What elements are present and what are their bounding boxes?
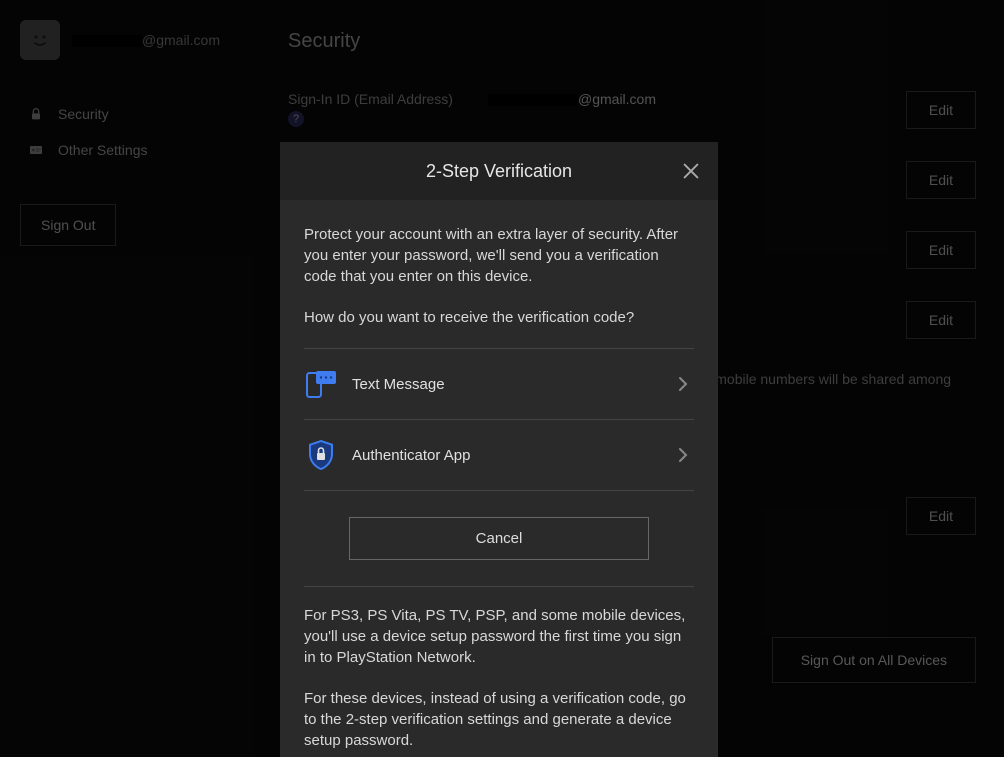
modal-prompt-text: How do you want to receive the verificat…	[304, 307, 694, 328]
id-card-icon	[28, 142, 44, 158]
chevron-right-icon	[678, 447, 688, 463]
phone-message-icon	[304, 369, 338, 399]
chevron-right-icon	[678, 376, 688, 392]
email-suffix: @gmail.com	[142, 32, 220, 48]
profile-email: @gmail.com	[72, 32, 220, 48]
modal-header: 2-Step Verification	[280, 142, 718, 200]
modal-footer-text-1: For PS3, PS Vita, PS TV, PSP, and some m…	[304, 605, 694, 668]
row-value: @gmail.com	[488, 91, 906, 107]
modal-title: 2-Step Verification	[280, 161, 718, 182]
lock-icon	[28, 106, 44, 122]
option-label: Text Message	[352, 376, 664, 393]
avatar-face-icon	[28, 28, 52, 52]
row-label-text: Sign-In ID (Email Address)	[288, 91, 453, 107]
edit-button[interactable]: Edit	[906, 161, 976, 199]
edit-button[interactable]: Edit	[906, 301, 976, 339]
sidebar-item-other-settings[interactable]: Other Settings	[16, 132, 254, 168]
cancel-button[interactable]: Cancel	[349, 517, 649, 560]
option-text-message[interactable]: Text Message	[304, 348, 694, 420]
option-label: Authenticator App	[352, 447, 664, 464]
close-icon[interactable]	[680, 160, 702, 182]
masked-region	[488, 94, 578, 106]
edit-button[interactable]: Edit	[906, 91, 976, 129]
page-title: Security	[288, 30, 976, 53]
masked-region	[72, 35, 142, 47]
modal-footer-text-2: For these devices, instead of using a ve…	[304, 688, 694, 751]
email-suffix: @gmail.com	[578, 91, 656, 107]
edit-button[interactable]: Edit	[906, 231, 976, 269]
help-icon[interactable]: ?	[288, 111, 304, 127]
sidebar-item-security[interactable]: Security	[16, 96, 254, 132]
profile-block: @gmail.com	[16, 20, 254, 60]
sidebar-item-label: Other Settings	[58, 142, 148, 158]
modal-divider	[304, 586, 694, 587]
sign-out-all-devices-button[interactable]: Sign Out on All Devices	[772, 637, 976, 683]
edit-button[interactable]: Edit	[906, 497, 976, 535]
two-step-verification-modal: 2-Step Verification Protect your account…	[280, 142, 718, 757]
shield-lock-icon	[306, 438, 336, 472]
sidebar: @gmail.com Security Other Settings Sign …	[0, 0, 270, 757]
avatar	[20, 20, 60, 60]
row-signin-id: Sign-In ID (Email Address) ? @gmail.com …	[288, 91, 976, 129]
modal-body: Protect your account with an extra layer…	[280, 200, 718, 757]
sidebar-item-label: Security	[58, 106, 109, 122]
modal-intro-text: Protect your account with an extra layer…	[304, 224, 694, 287]
sign-out-button[interactable]: Sign Out	[20, 204, 116, 246]
option-authenticator-app[interactable]: Authenticator App	[304, 420, 694, 491]
